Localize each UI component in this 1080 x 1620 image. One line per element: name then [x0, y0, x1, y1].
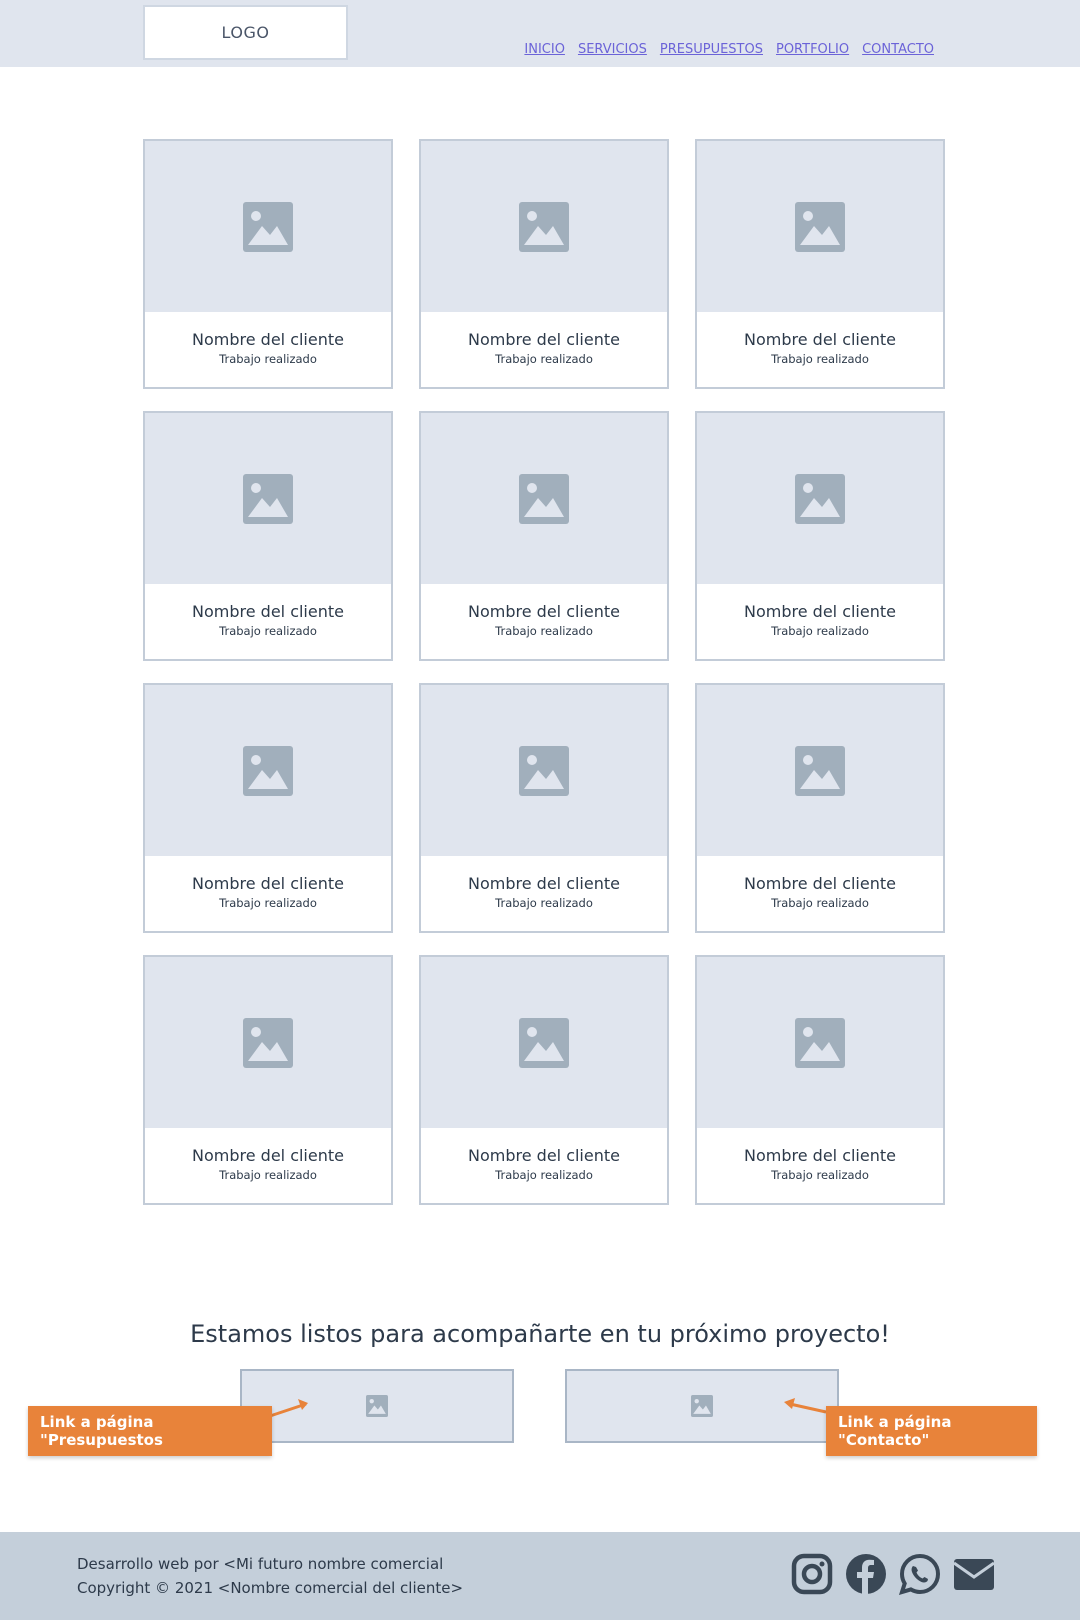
portfolio-grid: Nombre del cliente Trabajo realizado Nom… — [143, 139, 945, 1205]
image-placeholder — [697, 141, 943, 312]
portfolio-card[interactable]: Nombre del cliente Trabajo realizado — [143, 411, 393, 661]
client-name: Nombre del cliente — [744, 873, 896, 893]
annotation-presupuestos: Link a página "Presupuestos — [28, 1406, 272, 1456]
image-icon — [519, 745, 569, 796]
site-header: LOGO INICIO SERVICIOS PRESUPUESTOS PORTF… — [0, 0, 1080, 67]
work-description: Trabajo realizado — [495, 895, 593, 910]
card-caption: Nombre del cliente Trabajo realizado — [697, 1128, 943, 1203]
portfolio-card[interactable]: Nombre del cliente Trabajo realizado — [419, 683, 669, 933]
nav-link-contacto[interactable]: CONTACTO — [862, 42, 934, 57]
nav-link-inicio[interactable]: INICIO — [524, 42, 565, 57]
client-name: Nombre del cliente — [192, 873, 344, 893]
image-placeholder — [421, 957, 667, 1128]
client-name: Nombre del cliente — [192, 601, 344, 621]
card-caption: Nombre del cliente Trabajo realizado — [145, 584, 391, 659]
portfolio-card[interactable]: Nombre del cliente Trabajo realizado — [143, 955, 393, 1205]
portfolio-card[interactable]: Nombre del cliente Trabajo realizado — [695, 139, 945, 389]
portfolio-card[interactable]: Nombre del cliente Trabajo realizado — [695, 411, 945, 661]
main-nav: INICIO SERVICIOS PRESUPUESTOS PORTFOLIO … — [524, 42, 934, 57]
image-placeholder — [697, 957, 943, 1128]
portfolio-card[interactable]: Nombre del cliente Trabajo realizado — [695, 955, 945, 1205]
card-caption: Nombre del cliente Trabajo realizado — [697, 584, 943, 659]
work-description: Trabajo realizado — [495, 623, 593, 638]
site-footer: Desarrollo web por <Mi futuro nombre com… — [0, 1532, 1080, 1620]
social-links — [790, 1552, 996, 1596]
card-caption: Nombre del cliente Trabajo realizado — [421, 584, 667, 659]
image-placeholder — [697, 413, 943, 584]
client-name: Nombre del cliente — [468, 1145, 620, 1165]
client-name: Nombre del cliente — [468, 873, 620, 893]
image-icon — [243, 473, 293, 524]
portfolio-card[interactable]: Nombre del cliente Trabajo realizado — [419, 139, 669, 389]
whatsapp-icon[interactable] — [898, 1552, 942, 1596]
image-icon — [366, 1395, 388, 1417]
image-icon — [795, 745, 845, 796]
portfolio-card[interactable]: Nombre del cliente Trabajo realizado — [695, 683, 945, 933]
facebook-icon[interactable] — [844, 1552, 888, 1596]
image-placeholder — [145, 413, 391, 584]
card-caption: Nombre del cliente Trabajo realizado — [145, 1128, 391, 1203]
card-caption: Nombre del cliente Trabajo realizado — [421, 1128, 667, 1203]
card-caption: Nombre del cliente Trabajo realizado — [697, 856, 943, 931]
client-name: Nombre del cliente — [192, 329, 344, 349]
image-placeholder — [421, 141, 667, 312]
image-icon — [795, 201, 845, 252]
card-caption: Nombre del cliente Trabajo realizado — [697, 312, 943, 387]
card-caption: Nombre del cliente Trabajo realizado — [145, 856, 391, 931]
portfolio-card[interactable]: Nombre del cliente Trabajo realizado — [419, 411, 669, 661]
image-icon — [519, 201, 569, 252]
card-caption: Nombre del cliente Trabajo realizado — [145, 312, 391, 387]
work-description: Trabajo realizado — [219, 623, 317, 638]
image-placeholder — [421, 413, 667, 584]
footer-text: Desarrollo web por <Mi futuro nombre com… — [77, 1552, 463, 1600]
image-icon — [243, 1017, 293, 1068]
arrow-right-annotation-icon — [784, 1398, 827, 1414]
portfolio-card[interactable]: Nombre del cliente Trabajo realizado — [419, 955, 669, 1205]
email-icon[interactable] — [952, 1552, 996, 1596]
work-description: Trabajo realizado — [771, 351, 869, 366]
image-icon — [243, 201, 293, 252]
annotation-contacto: Link a página "Contacto" — [826, 1406, 1037, 1456]
client-name: Nombre del cliente — [192, 1145, 344, 1165]
card-caption: Nombre del cliente Trabajo realizado — [421, 856, 667, 931]
client-name: Nombre del cliente — [744, 329, 896, 349]
footer-copyright: Copyright © 2021 <Nombre comercial del c… — [77, 1579, 464, 1597]
image-icon — [795, 1017, 845, 1068]
image-icon — [795, 473, 845, 524]
work-description: Trabajo realizado — [219, 1167, 317, 1182]
image-icon — [519, 473, 569, 524]
image-icon — [691, 1395, 713, 1417]
image-placeholder — [145, 141, 391, 312]
work-description: Trabajo realizado — [219, 351, 317, 366]
nav-link-presupuestos[interactable]: PRESUPUESTOS — [660, 42, 763, 57]
logo[interactable]: LOGO — [143, 5, 348, 60]
footer-credit: Desarrollo web por <Mi futuro nombre com… — [77, 1555, 444, 1573]
image-placeholder — [697, 685, 943, 856]
work-description: Trabajo realizado — [495, 1167, 593, 1182]
arrow-left-annotation-icon — [269, 1399, 308, 1418]
portfolio-card[interactable]: Nombre del cliente Trabajo realizado — [143, 139, 393, 389]
card-caption: Nombre del cliente Trabajo realizado — [421, 312, 667, 387]
work-description: Trabajo realizado — [771, 623, 869, 638]
image-placeholder — [145, 685, 391, 856]
work-description: Trabajo realizado — [771, 895, 869, 910]
client-name: Nombre del cliente — [744, 601, 896, 621]
instagram-icon[interactable] — [790, 1552, 834, 1596]
nav-link-portfolio[interactable]: PORTFOLIO — [776, 42, 849, 57]
client-name: Nombre del cliente — [468, 601, 620, 621]
image-icon — [243, 745, 293, 796]
nav-link-servicios[interactable]: SERVICIOS — [578, 42, 647, 57]
image-placeholder — [421, 685, 667, 856]
client-name: Nombre del cliente — [744, 1145, 896, 1165]
work-description: Trabajo realizado — [495, 351, 593, 366]
image-placeholder — [145, 957, 391, 1128]
image-icon — [519, 1017, 569, 1068]
work-description: Trabajo realizado — [219, 895, 317, 910]
cta-title: Estamos listos para acompañarte en tu pr… — [190, 1320, 890, 1348]
portfolio-card[interactable]: Nombre del cliente Trabajo realizado — [143, 683, 393, 933]
work-description: Trabajo realizado — [771, 1167, 869, 1182]
client-name: Nombre del cliente — [468, 329, 620, 349]
